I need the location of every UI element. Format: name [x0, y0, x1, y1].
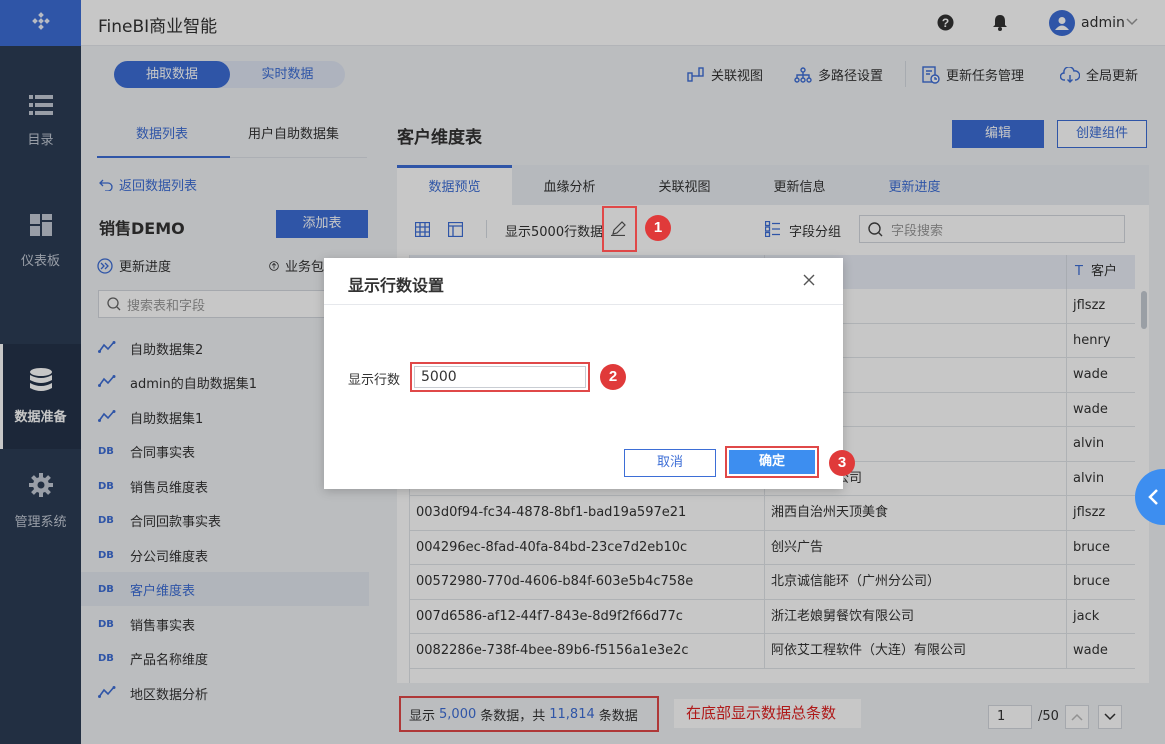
chevron-left-icon — [1148, 489, 1158, 505]
row-count-dialog: 显示行数设置 显示行数 取消 确定 — [324, 258, 843, 489]
row-count-highlight — [410, 362, 590, 392]
cancel-button[interactable]: 取消 — [624, 449, 716, 477]
close-icon[interactable] — [802, 273, 816, 287]
callout-badge: 2 — [600, 364, 626, 390]
confirm-button[interactable]: 确定 — [729, 450, 815, 474]
callout-badge: 1 — [645, 215, 671, 241]
confirm-highlight: 确定 — [725, 446, 819, 478]
dialog-title: 显示行数设置 — [348, 276, 445, 295]
row-count-input[interactable] — [414, 366, 586, 388]
edit-rows-highlight — [602, 206, 637, 252]
callout-badge: 3 — [829, 450, 855, 476]
row-count-label: 显示行数 — [348, 373, 401, 388]
dialog-divider — [324, 304, 843, 305]
